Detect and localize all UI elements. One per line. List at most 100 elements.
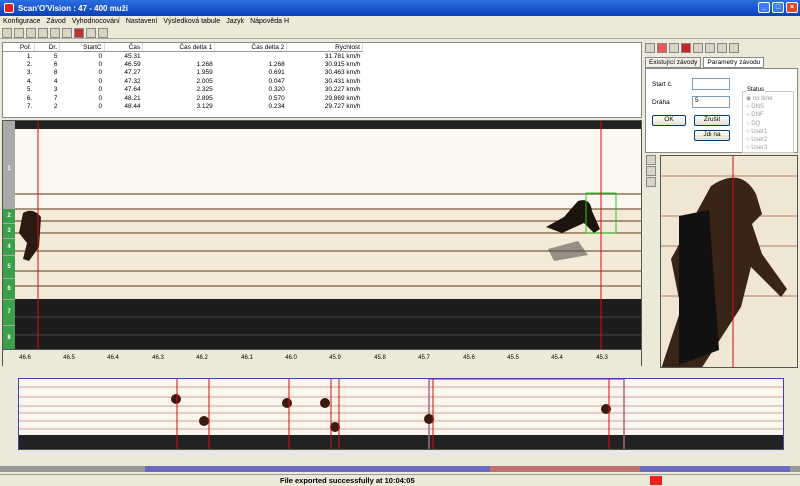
table-cell: 8 (53, 69, 58, 77)
column-header[interactable]: StartC (59, 43, 105, 52)
lane-input[interactable]: 5 (692, 96, 730, 108)
camera-icon[interactable] (26, 27, 36, 38)
app-icon (4, 3, 14, 13)
lane-label-3[interactable]: 3 (3, 224, 15, 238)
minimize-button[interactable]: _ (758, 2, 770, 13)
table-cell: 5. (26, 86, 33, 94)
open-icon[interactable] (14, 27, 24, 38)
status-user3[interactable]: ○ User3 (746, 144, 791, 152)
table-cell: 0 (98, 52, 103, 60)
refresh-icon[interactable] (705, 43, 715, 53)
status-user2[interactable]: ○ User2 (746, 136, 791, 144)
delete-icon[interactable] (657, 43, 667, 53)
column-header[interactable]: Čas (104, 43, 144, 52)
table-row[interactable]: 3. 8 0 47.27 1.959 0.691 30.463 km/h (3, 69, 363, 78)
lane-label-2[interactable]: 2 (3, 209, 15, 223)
lanes-icon[interactable] (50, 27, 60, 38)
menu-vysledkova-tabule[interactable]: Výsledková tabule (163, 18, 220, 25)
table-cell: 6. (26, 94, 33, 102)
menu-napoveda[interactable]: Nápověda H (250, 18, 289, 25)
time-tick: 45.5 (507, 355, 519, 361)
palette-icon[interactable] (729, 43, 739, 53)
panel-toolbar (645, 42, 798, 54)
toolbar (0, 27, 800, 39)
table-cell: 0.320 (268, 86, 285, 94)
status-dq[interactable]: ○ DQ (746, 120, 791, 128)
lane-label-7[interactable]: 7 (3, 300, 15, 325)
folder-icon[interactable] (645, 43, 655, 53)
grid-icon[interactable] (693, 43, 703, 53)
close-button[interactable]: × (786, 2, 798, 13)
table-cell: 1.268 (196, 60, 213, 68)
table-cell: 0 (98, 69, 103, 77)
menu-nastaveni[interactable]: Nastavení (126, 18, 158, 25)
lane-label-8[interactable]: 8 (3, 326, 15, 349)
overview-strip[interactable] (18, 378, 784, 450)
flag-icon[interactable] (681, 43, 691, 53)
column-header[interactable]: Dr. (34, 43, 61, 52)
status-title: Status (746, 87, 766, 93)
status-user1[interactable]: ○ User1 (746, 128, 791, 136)
column-header[interactable]: Poř. (3, 43, 35, 52)
column-header[interactable]: Rychlost (286, 43, 363, 52)
photofinish-image[interactable]: 1 2 3 4 5 6 7 8 (2, 120, 642, 350)
list-icon[interactable] (669, 43, 679, 53)
zoom-tools (646, 155, 658, 195)
export-icon[interactable] (98, 27, 108, 38)
table-cell: 2 (53, 103, 58, 111)
lane-label-1[interactable]: 1 (3, 129, 15, 209)
maximize-button[interactable]: □ (772, 2, 784, 13)
table-cell: 7. (26, 103, 33, 111)
goto-button[interactable]: Jdi na (694, 130, 730, 141)
table-row[interactable]: 1. 5 0 45.31 31.781 km/h (3, 52, 363, 61)
status-dns[interactable]: ○ DNS (746, 103, 791, 111)
print-icon[interactable] (86, 27, 96, 38)
table-row[interactable]: 4. 4 0 47.32 2.005 0.047 30.431 km/h (3, 77, 363, 86)
lane-label-4[interactable]: 4 (3, 239, 15, 255)
settings-icon[interactable] (38, 27, 48, 38)
status-dnf[interactable]: ○ DNF (746, 111, 791, 119)
start-label: Start č. (652, 81, 673, 88)
timeline-scrollbar[interactable] (0, 466, 800, 472)
menu-konfigurace[interactable]: Konfigurace (3, 18, 40, 25)
lane-label-6[interactable]: 6 (3, 279, 15, 299)
table-cell: 47.64 (124, 86, 141, 94)
tab-race-parameters[interactable]: Parametry závodu (703, 57, 765, 68)
status-bar: File exported successfully at 10:04:05 (0, 474, 800, 486)
status-no-time[interactable]: ◉ no time (746, 95, 791, 103)
table-row[interactable]: 7. 2 0 48.44 3.129 0.234 29.727 km/h (3, 103, 363, 112)
cancel-button[interactable]: Zrušit (694, 115, 730, 126)
zoom-out-icon[interactable] (646, 166, 656, 176)
zoom-fit-icon[interactable] (646, 177, 656, 187)
zoom-in-icon[interactable] (646, 155, 656, 165)
table-row[interactable]: 5. 3 0 47.64 2.325 0.320 30.227 km/h (3, 86, 363, 95)
time-tick: 46.2 (196, 355, 208, 361)
table-cell: 1. (26, 52, 33, 60)
column-header[interactable]: Čas delta 1 (142, 43, 216, 52)
new-icon[interactable] (2, 27, 12, 38)
menu-zavod[interactable]: Závod (46, 18, 65, 25)
zoom-view[interactable] (660, 155, 798, 368)
table-cell: 30.227 km/h (324, 86, 361, 94)
column-header[interactable]: Čas delta 2 (214, 43, 288, 52)
table-cell: 48.21 (124, 94, 141, 102)
table-cell: 4 (53, 77, 58, 85)
chart-icon[interactable] (717, 43, 727, 53)
time-tick: 45.8 (374, 355, 386, 361)
time-tick: 45.6 (463, 355, 475, 361)
table-row[interactable]: 6. 7 0 48.21 2.895 0.570 29.869 km/h (3, 94, 363, 103)
start-input[interactable] (692, 78, 730, 90)
color-icon[interactable] (62, 27, 72, 38)
table-cell: 3. (26, 69, 33, 77)
table-cell (143, 52, 215, 61)
menu-vyhodnocovani[interactable]: Vyhodnocování (72, 18, 120, 25)
menu-jazyk[interactable]: Jazyk (226, 18, 244, 25)
table-row[interactable]: 2. 6 0 46.59 1.268 1.268 30.915 km/h (3, 60, 363, 69)
lane-label-5[interactable]: 5 (3, 256, 15, 278)
time-tick: 45.7 (418, 355, 430, 361)
time-tick: 46.6 (19, 355, 31, 361)
tab-existing-races[interactable]: Existující závody (645, 57, 702, 68)
record-icon[interactable] (74, 27, 84, 38)
ok-button[interactable]: OK (652, 115, 686, 126)
table-cell: 46.59 (124, 60, 141, 68)
